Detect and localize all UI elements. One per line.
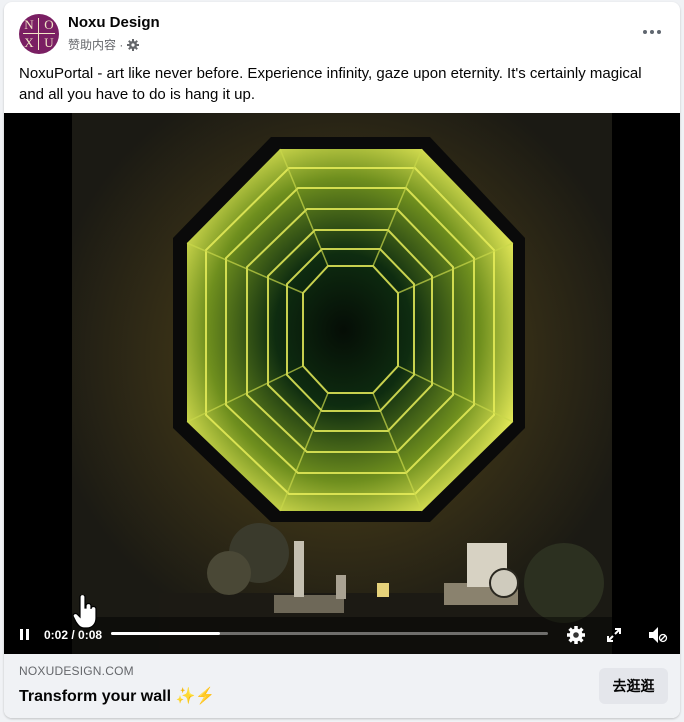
flowers [207,551,251,595]
plant [524,543,604,623]
avatar-letter-x: X [24,35,34,50]
small-bottle [336,575,346,599]
avatar-letter-u: U [44,35,54,50]
avatar-letter-o: O [44,17,54,32]
link-domain: NOXUDESIGN.COM [19,664,134,678]
shop-now-button[interactable]: 去逛逛 [599,668,668,704]
video-controls: 0:02 / 0:08 [4,617,680,654]
link-title-text: Transform your wall [19,688,172,705]
video-progress-slider[interactable] [111,632,548,635]
page-name-link[interactable]: Noxu Design [68,14,160,31]
post-caption: NoxuPortal - art like never before. Expe… [19,65,642,103]
avatar-letter-n: N [24,17,34,32]
more-dot-icon [657,30,661,34]
settings-gear-icon[interactable] [563,622,589,648]
sponsored-label[interactable]: 赞助内容 · [68,36,123,53]
post-meta: 赞助内容 · [68,36,140,53]
avatar-divider-vertical [38,18,39,50]
pause-bar-icon [20,629,23,640]
pause-bar-icon [26,629,29,640]
more-dot-icon [650,30,654,34]
link-title: Transform your wall ✨⚡ [19,686,215,706]
bottle [294,541,304,597]
post-header: N O X U Noxu Design 赞助内容 · [4,2,680,60]
avatar-divider-horizontal [23,33,55,34]
more-dot-icon [643,30,647,34]
audience-gear-icon[interactable] [127,38,140,51]
more-options-button[interactable] [638,20,666,44]
video-time-label: 0:02 / 0:08 [44,628,103,642]
candle [377,583,389,597]
infinity-mirror-video-frame [4,113,680,654]
video-player[interactable]: 0:02 / 0:08 [4,113,680,654]
sponsored-post-card: N O X U Noxu Design 赞助内容 · NoxuPortal - … [4,2,680,718]
link-preview-footer[interactable]: NOXUDESIGN.COM Transform your wall ✨⚡ 去逛… [4,654,680,718]
hand-pointer-icon [72,593,98,629]
avatar[interactable]: N O X U [19,14,59,54]
pause-button[interactable] [17,628,31,642]
fullscreen-icon[interactable] [601,622,627,648]
volume-muted-icon[interactable] [644,622,670,648]
sparkle-lightning-emoji: ✨⚡ [175,688,216,705]
mirror-tunnel [187,149,513,511]
clock [489,568,519,598]
video-progress-fill [111,632,221,635]
tray [274,595,344,613]
